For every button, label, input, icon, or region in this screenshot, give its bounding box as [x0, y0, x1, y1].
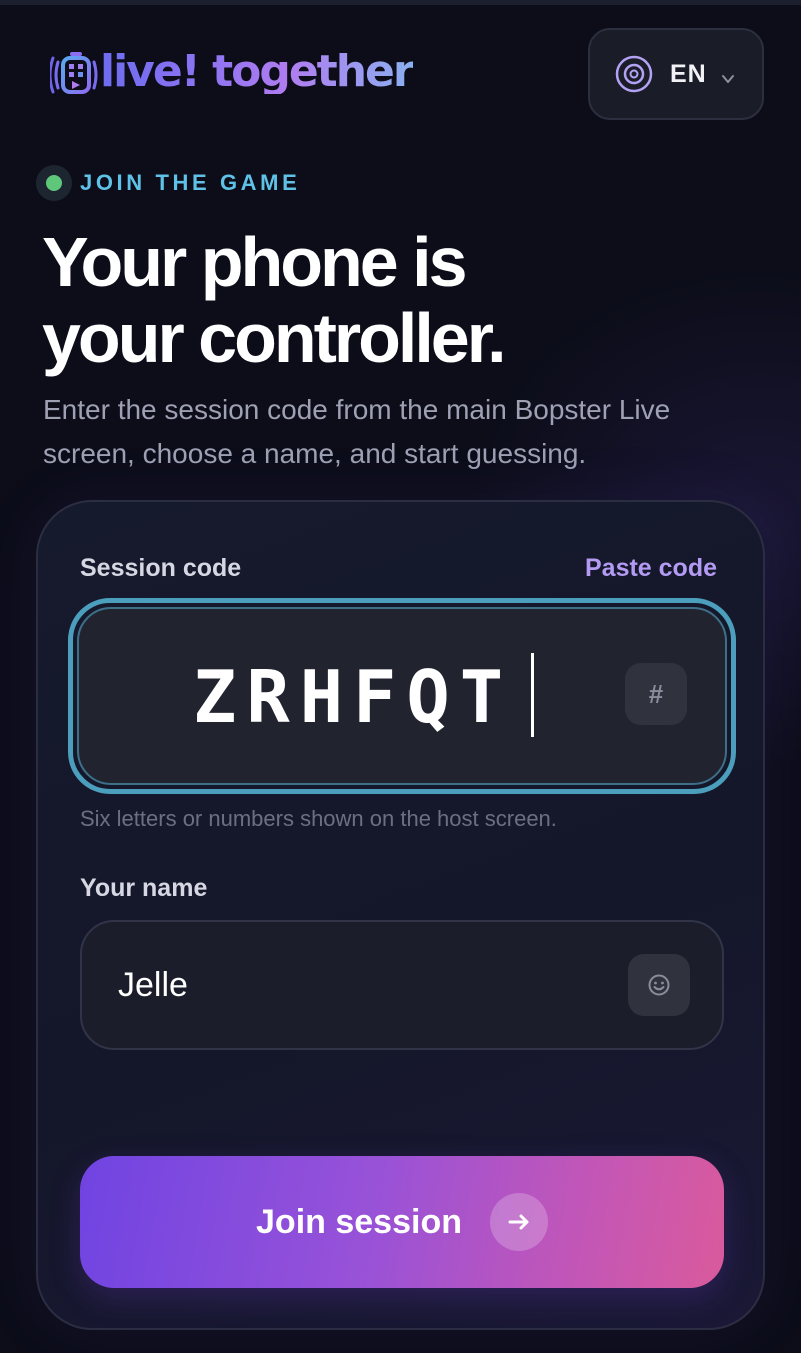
join-session-button[interactable]: Join session — [80, 1156, 724, 1288]
kicker: JOIN THE GAME — [36, 164, 300, 202]
arrow-right-icon — [508, 1214, 529, 1230]
page-title: Your phone is your controller. — [42, 224, 742, 376]
text-caret — [531, 653, 534, 737]
language-label: EN — [670, 59, 707, 88]
status-dot — [36, 165, 72, 201]
page-title-line-1: Your phone is — [42, 223, 468, 301]
brand-name: live! together — [100, 46, 415, 97]
arrow-badge — [489, 1193, 548, 1251]
session-code-label: Session code — [80, 554, 242, 582]
hash-glyph: # — [648, 678, 664, 709]
emoji-button[interactable] — [628, 954, 690, 1016]
language-selector[interactable]: EN — [588, 28, 764, 120]
name-input[interactable]: Jelle — [80, 920, 724, 1050]
hash-icon: # — [625, 663, 687, 725]
name-label: Your name — [80, 874, 208, 902]
join-form-card: Session code Paste code ZRHFQT # Six let… — [36, 500, 765, 1330]
page-title-line-2: your controller. — [42, 299, 507, 377]
session-code-input[interactable]: ZRHFQT # — [77, 607, 727, 785]
session-code-focus-ring: ZRHFQT # — [68, 598, 736, 794]
name-value: Jelle — [118, 966, 188, 1004]
paste-code-button[interactable]: Paste code — [585, 554, 717, 583]
session-code-helper: Six letters or numbers shown on the host… — [80, 806, 557, 831]
chevron-down-icon — [721, 75, 734, 83]
join-session-label: Join session — [256, 1202, 462, 1241]
kicker-label: JOIN THE GAME — [80, 170, 301, 195]
smile-icon — [648, 974, 670, 996]
join-page: live! together EN JOIN THE GAME Your pho… — [0, 0, 801, 1353]
page-subtitle: Enter the session code from the main Bop… — [43, 394, 671, 469]
brand-mark-icon — [50, 52, 98, 94]
globe-icon — [615, 55, 653, 93]
brand-logo[interactable]: live! together — [50, 44, 415, 106]
session-code-value: ZRHFQT — [193, 655, 514, 739]
top-divider — [0, 0, 801, 5]
